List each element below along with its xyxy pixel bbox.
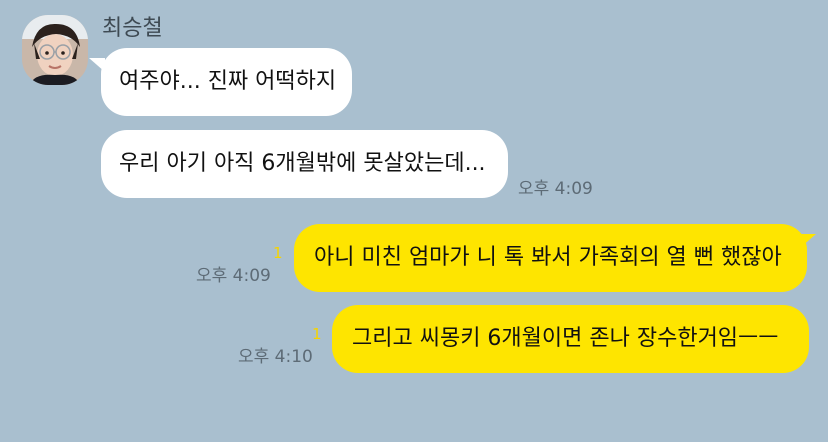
message-timestamp: 오후 4:09 xyxy=(196,266,271,286)
unread-count: 1 xyxy=(273,244,283,262)
outgoing-message-bubble[interactable]: 그리고 씨몽키 6개월이면 존나 장수한거임ㅡㅡ xyxy=(332,305,809,373)
incoming-message-bubble[interactable]: 우리 아기 아직 6개월밖에 못살았는데... xyxy=(101,130,508,198)
message-text: 여주야... 진짜 어떡하지 xyxy=(119,69,337,94)
message-text: 아니 미친 엄마가 니 톡 봐서 가족회의 열 뻔 했잖아 xyxy=(314,245,782,270)
sender-name: 최승철 xyxy=(102,16,163,41)
message-text: 우리 아기 아직 6개월밖에 못살았는데... xyxy=(119,151,486,176)
outgoing-message-bubble[interactable]: 아니 미친 엄마가 니 톡 봐서 가족회의 열 뻔 했잖아 xyxy=(294,224,807,292)
incoming-message-bubble[interactable]: 여주야... 진짜 어떡하지 xyxy=(101,48,352,116)
unread-count: 1 xyxy=(312,325,322,343)
message-text: 그리고 씨몽키 6개월이면 존나 장수한거임ㅡㅡ xyxy=(352,326,779,351)
bubble-tail xyxy=(800,234,816,248)
avatar[interactable] xyxy=(22,15,88,85)
profile-photo-icon xyxy=(22,15,88,85)
message-timestamp: 오후 4:10 xyxy=(238,347,313,367)
message-timestamp: 오후 4:09 xyxy=(518,179,593,199)
